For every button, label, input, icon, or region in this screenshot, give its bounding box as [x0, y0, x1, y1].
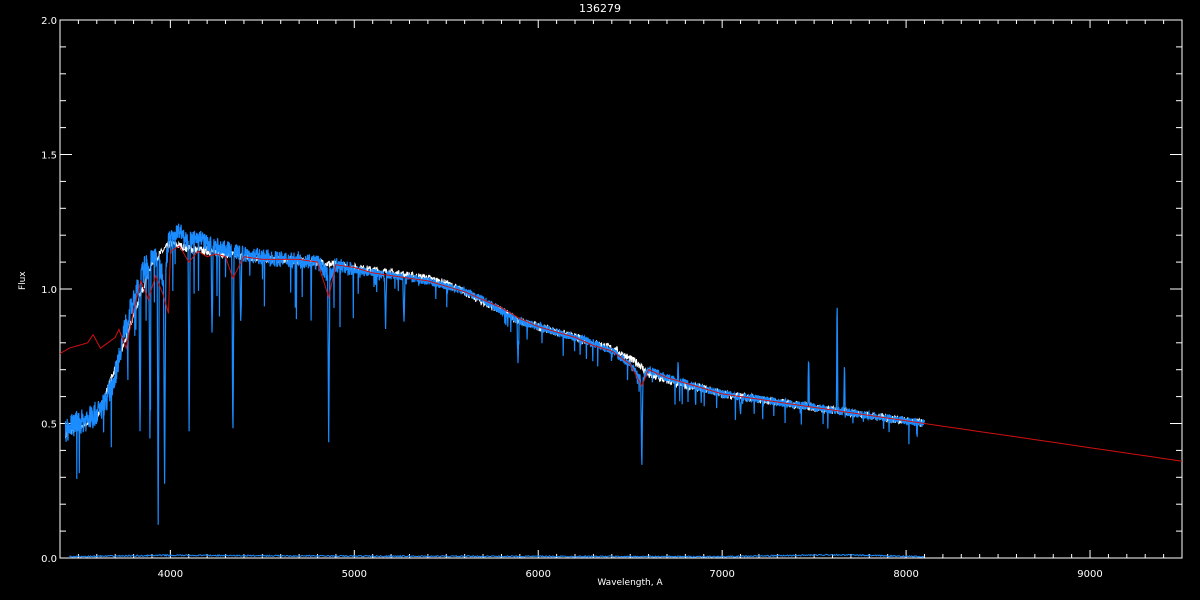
- plot-frame: [59, 19, 1183, 559]
- y-tick-label: 1.0: [41, 285, 57, 296]
- y-axis-label: Flux: [18, 271, 28, 290]
- spectrum-chart: 4000 5000 6000 7000 8000 90000.00.51.01.52.0: [41, 16, 1183, 580]
- observed-spectrum-line: [64, 223, 925, 525]
- y-tick-label: 0.5: [41, 420, 57, 431]
- y-tick-label: 2.0: [41, 16, 57, 27]
- y-tick-label: 0.0: [41, 554, 57, 565]
- y-tick-label: 1.5: [41, 151, 57, 162]
- x-axis-label: Wavelength, A: [597, 578, 663, 588]
